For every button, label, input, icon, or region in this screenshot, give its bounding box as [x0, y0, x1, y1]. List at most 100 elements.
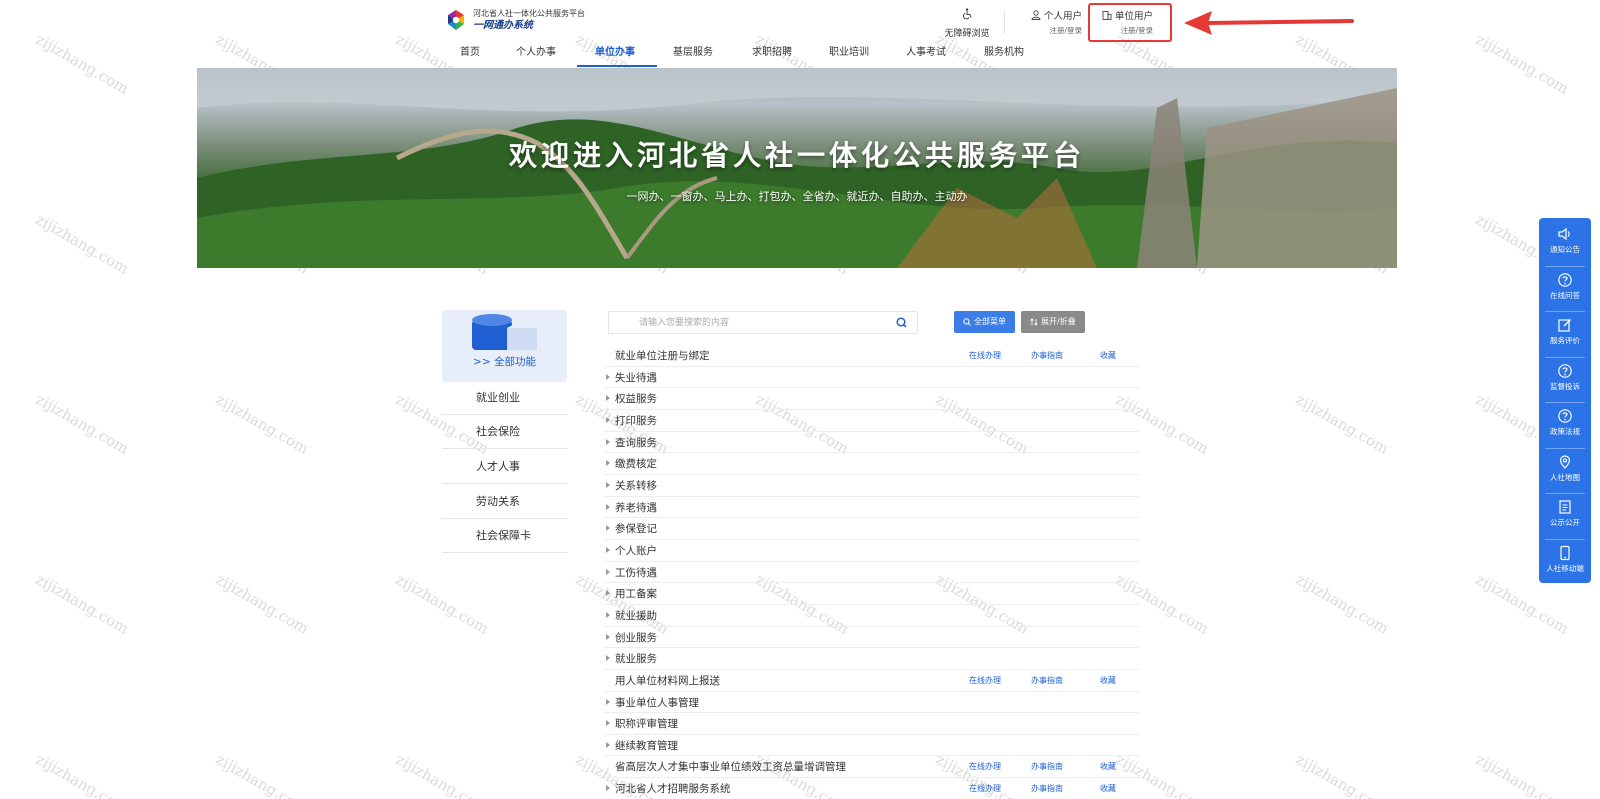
caret-right-icon[interactable]	[606, 590, 610, 597]
list-item-label[interactable]: 用人单位材料网上报送	[615, 673, 720, 688]
guide-link[interactable]: 办事指南	[1031, 675, 1063, 686]
caret-right-icon[interactable]	[606, 416, 610, 423]
online-handle-link[interactable]: 在线办理	[969, 350, 1001, 361]
site-logo[interactable]: 河北省人社一体化公共服务平台 一网通办系统	[444, 8, 585, 32]
favorite-link[interactable]: 收藏	[1100, 675, 1116, 686]
list-item[interactable]: 养老待遇	[604, 497, 1139, 519]
nav-item-6[interactable]: 人事考试	[906, 46, 946, 68]
list-item-label[interactable]: 用工备案	[615, 586, 657, 601]
list-item-label[interactable]: 权益服务	[615, 391, 657, 406]
right-bar-item-3[interactable]: 监督投诉	[1539, 357, 1591, 402]
online-handle-link[interactable]: 在线办理	[969, 761, 1001, 772]
search-icon[interactable]	[896, 317, 907, 328]
list-item[interactable]: 失业待遇	[604, 367, 1139, 389]
accessibility-link[interactable]: 无障碍浏览	[941, 8, 993, 40]
list-item-label[interactable]: 职称评审管理	[615, 716, 678, 731]
sidebar-item-4[interactable]: 社会保障卡	[442, 519, 567, 553]
caret-right-icon[interactable]	[606, 503, 610, 510]
list-item[interactable]: 个人账户	[604, 540, 1139, 562]
list-item[interactable]: 就业单位注册与绑定 在线办理 办事指南 收藏	[604, 345, 1139, 367]
sidebar-all-functions[interactable]: >> 全部功能	[442, 310, 567, 382]
online-handle-link[interactable]: 在线办理	[969, 783, 1001, 794]
list-item-label[interactable]: 就业单位注册与绑定	[615, 348, 710, 363]
list-item[interactable]: 用人单位材料网上报送 在线办理 办事指南 收藏	[604, 670, 1139, 692]
list-item[interactable]: 打印服务	[604, 410, 1139, 432]
sidebar-item-2[interactable]: 人才人事	[442, 450, 567, 484]
online-handle-link[interactable]: 在线办理	[969, 675, 1001, 686]
list-item[interactable]: 用工备案	[604, 583, 1139, 605]
list-item[interactable]: 就业服务	[604, 648, 1139, 670]
nav-item-5[interactable]: 职业培训	[829, 46, 869, 68]
caret-right-icon[interactable]	[606, 568, 610, 575]
right-bar-item-7[interactable]: 人社移动端	[1539, 539, 1591, 584]
list-item-label[interactable]: 关系转移	[615, 478, 657, 493]
list-item[interactable]: 职称评审管理	[604, 713, 1139, 735]
list-item-label[interactable]: 个人账户	[615, 543, 657, 558]
favorite-link[interactable]: 收藏	[1100, 783, 1116, 794]
list-item-label[interactable]: 失业待遇	[615, 370, 657, 385]
list-item-label[interactable]: 就业服务	[615, 651, 657, 666]
favorite-link[interactable]: 收藏	[1100, 761, 1116, 772]
nav-item-4[interactable]: 求职招聘	[752, 46, 792, 68]
list-item[interactable]: 查询服务	[604, 432, 1139, 454]
caret-right-icon[interactable]	[606, 633, 610, 640]
list-item-label[interactable]: 事业单位人事管理	[615, 695, 699, 710]
list-item-label[interactable]: 工伤待遇	[615, 565, 657, 580]
list-item-label[interactable]: 打印服务	[615, 413, 657, 428]
caret-right-icon[interactable]	[606, 460, 610, 467]
right-bar-item-2[interactable]: 服务评价	[1539, 311, 1591, 356]
list-item[interactable]: 缴费核定	[604, 453, 1139, 475]
guide-link[interactable]: 办事指南	[1031, 350, 1063, 361]
caret-right-icon[interactable]	[606, 481, 610, 488]
caret-right-icon[interactable]	[606, 546, 610, 553]
caret-right-icon[interactable]	[606, 525, 610, 532]
all-functions-link[interactable]: >> 全部功能	[442, 354, 567, 369]
caret-right-icon[interactable]	[606, 720, 610, 727]
favorite-link[interactable]: 收藏	[1100, 350, 1116, 361]
sidebar-item-0[interactable]: 就业创业	[442, 381, 567, 415]
nav-item-3[interactable]: 基层服务	[673, 46, 713, 68]
nav-item-0[interactable]: 首页	[460, 46, 480, 68]
right-bar-item-6[interactable]: 公示公开	[1539, 493, 1591, 538]
list-item[interactable]: 省高层次人才集中事业单位绩效工资总量增调管理 在线办理 办事指南 收藏	[604, 756, 1139, 779]
right-bar-item-1[interactable]: 在线问答	[1539, 266, 1591, 311]
caret-right-icon[interactable]	[606, 373, 610, 380]
search-input[interactable]	[609, 312, 889, 333]
right-bar-item-5[interactable]: 人社地图	[1539, 448, 1591, 493]
list-item-label[interactable]: 参保登记	[615, 521, 657, 536]
list-item[interactable]: 继续教育管理	[604, 735, 1139, 757]
list-item[interactable]: 河北省人才招聘服务系统 在线办理 办事指南 收藏	[604, 778, 1139, 799]
guide-link[interactable]: 办事指南	[1031, 783, 1063, 794]
nav-item-1[interactable]: 个人办事	[516, 46, 556, 68]
right-bar-item-0[interactable]: 通知公告	[1539, 220, 1591, 265]
list-item[interactable]: 关系转移	[604, 475, 1139, 497]
list-item-label[interactable]: 缴费核定	[615, 456, 657, 471]
list-item[interactable]: 参保登记	[604, 518, 1139, 540]
right-bar-item-4[interactable]: 政策法规	[1539, 402, 1591, 447]
list-item-label[interactable]: 创业服务	[615, 630, 657, 645]
list-item[interactable]: 创业服务	[604, 627, 1139, 649]
list-item[interactable]: 工伤待遇	[604, 562, 1139, 584]
expand-collapse-button[interactable]: 展开/折叠	[1021, 311, 1085, 333]
sidebar-item-3[interactable]: 劳动关系	[442, 485, 567, 519]
caret-right-icon[interactable]	[606, 611, 610, 618]
caret-right-icon[interactable]	[606, 698, 610, 705]
list-item-label[interactable]: 查询服务	[615, 435, 657, 450]
list-item[interactable]: 事业单位人事管理	[604, 692, 1139, 714]
caret-right-icon[interactable]	[606, 741, 610, 748]
nav-item-7[interactable]: 服务机构	[984, 46, 1024, 68]
list-item-label[interactable]: 养老待遇	[615, 500, 657, 515]
caret-right-icon[interactable]	[606, 438, 610, 445]
list-item-label[interactable]: 河北省人才招聘服务系统	[615, 781, 731, 796]
caret-right-icon[interactable]	[606, 395, 610, 402]
list-item[interactable]: 权益服务	[604, 388, 1139, 410]
list-item-label[interactable]: 省高层次人才集中事业单位绩效工资总量增调管理	[615, 759, 846, 774]
caret-right-icon[interactable]	[606, 655, 610, 662]
sidebar-item-1[interactable]: 社会保险	[442, 415, 567, 449]
list-item[interactable]: 就业援助	[604, 605, 1139, 627]
personal-user-login[interactable]: 个人用户 注册/登录	[1026, 8, 1082, 36]
guide-link[interactable]: 办事指南	[1031, 761, 1063, 772]
list-item-label[interactable]: 就业援助	[615, 608, 657, 623]
list-item-label[interactable]: 继续教育管理	[615, 738, 678, 753]
caret-right-icon[interactable]	[606, 785, 610, 792]
